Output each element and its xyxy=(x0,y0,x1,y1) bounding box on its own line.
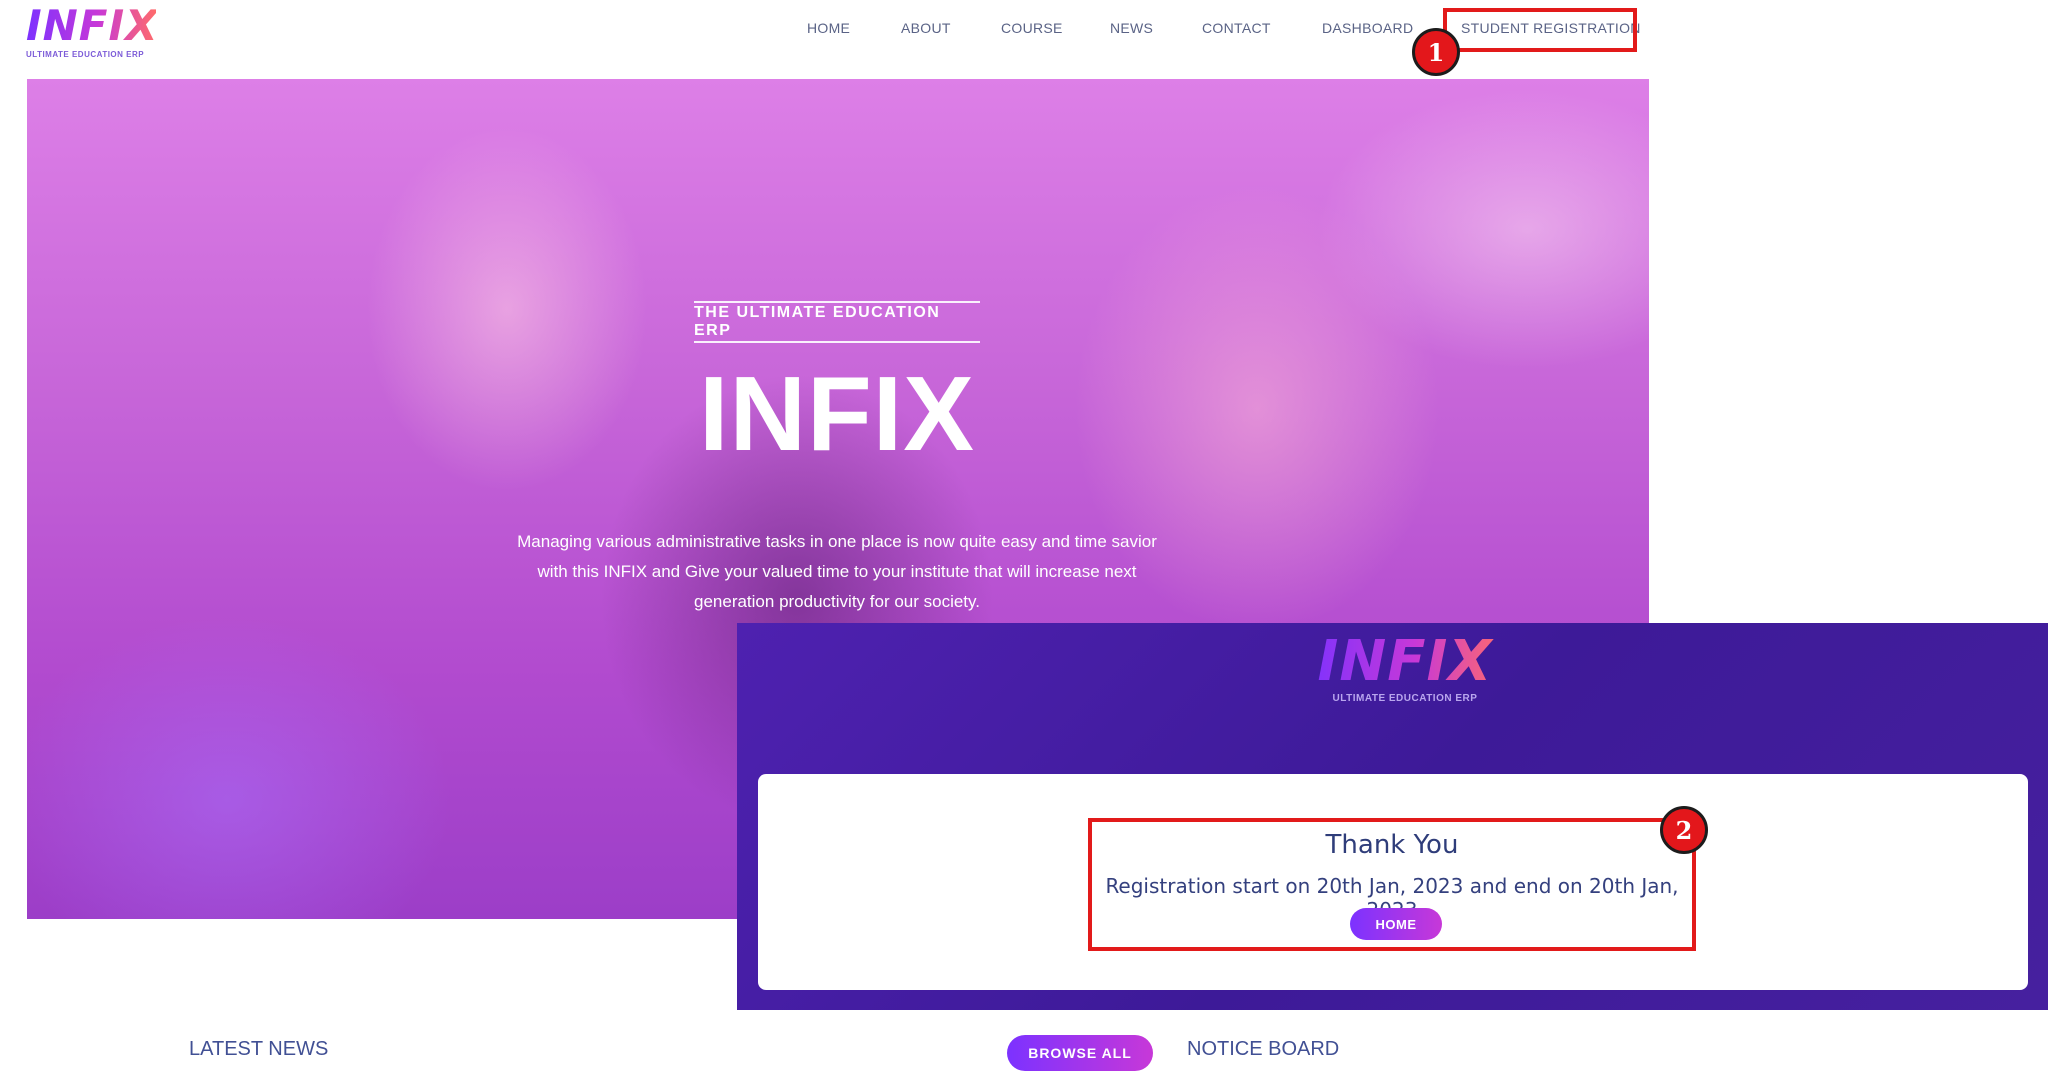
nav-contact[interactable]: CONTACT xyxy=(1202,20,1271,44)
notice-board-heading: NOTICE BOARD xyxy=(1187,1038,1340,1060)
panel-logo-tagline: ULTIMATE EDUCATION ERP xyxy=(1332,693,1478,704)
nav-about[interactable]: ABOUT xyxy=(901,20,951,44)
hero-title: INFIX xyxy=(699,355,975,473)
hero-description: Managing various administrative tasks in… xyxy=(517,532,1157,611)
home-button[interactable]: HOME xyxy=(1350,908,1442,940)
nav-home[interactable]: HOME xyxy=(807,20,850,44)
nav-dashboard[interactable]: DASHBOARD xyxy=(1322,20,1413,44)
thank-you-title: Thank You xyxy=(1325,830,1459,860)
registration-result-panel: INFIX ULTIMATE EDUCATION ERP Thank You R… xyxy=(737,623,2048,1010)
page-root: INFIX ULTIMATE EDUCATION ERP HOME ABOUT … xyxy=(0,0,2048,1080)
panel-logo: INFIX ULTIMATE EDUCATION ERP xyxy=(1305,631,1505,705)
logo-tagline: ULTIMATE EDUCATION ERP xyxy=(26,50,145,59)
latest-news-heading: LATEST NEWS xyxy=(189,1038,329,1060)
panel-logo-wordmark: INFIX xyxy=(1305,631,1505,693)
site-logo[interactable]: INFIX ULTIMATE EDUCATION ERP xyxy=(26,1,159,60)
logo-wordmark: INFIX xyxy=(26,1,159,50)
callout-badge-2: 2 xyxy=(1660,806,1708,854)
thank-you-card: Thank You Registration start on 20th Jan… xyxy=(758,774,2028,990)
nav-news[interactable]: NEWS xyxy=(1110,20,1153,44)
thank-you-highlight: Thank You Registration start on 20th Jan… xyxy=(1088,818,1696,951)
browse-all-button[interactable]: BROWSE ALL xyxy=(1007,1035,1153,1071)
callout-badge-1: 1 xyxy=(1412,28,1460,76)
student-registration-highlight xyxy=(1443,8,1637,52)
hero-tagline: THE ULTIMATE EDUCATION ERP xyxy=(694,301,980,343)
nav-course[interactable]: COURSE xyxy=(1001,20,1063,44)
